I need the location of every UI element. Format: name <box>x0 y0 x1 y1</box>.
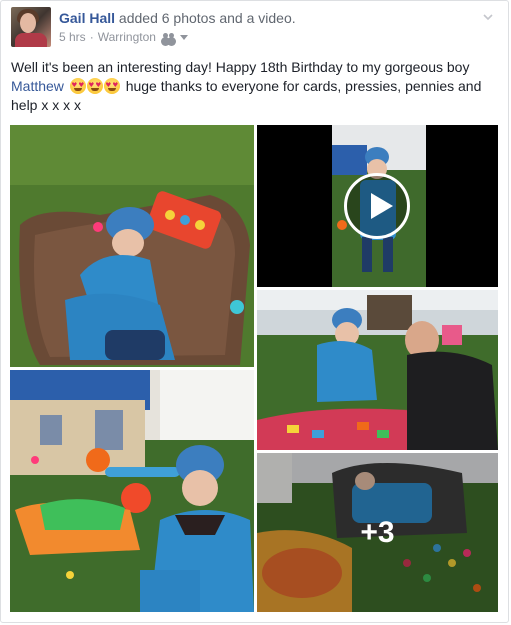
more-photos-overlay[interactable]: +3 <box>257 453 498 612</box>
photo-garden-playhouse[interactable] <box>10 370 254 612</box>
photo-grid: +3 <box>0 0 511 625</box>
photo-lego-play[interactable] <box>257 290 498 450</box>
photo-beanbag[interactable] <box>10 125 254 367</box>
video-play-icon[interactable] <box>344 173 410 239</box>
